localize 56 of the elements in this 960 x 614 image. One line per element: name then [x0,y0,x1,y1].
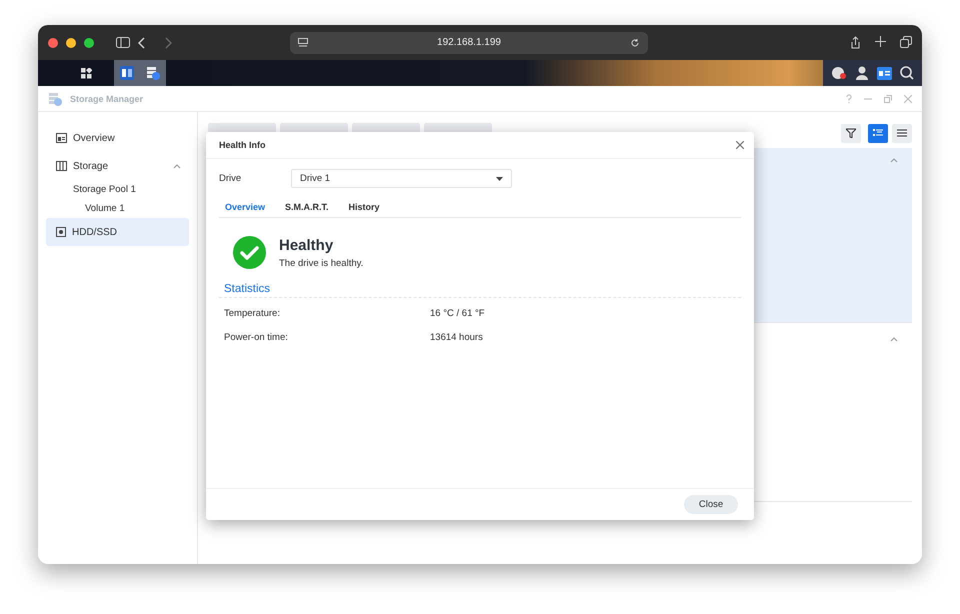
app-icon [120,66,134,80]
stat-label: Power-on time: [224,332,289,343]
window-title: Storage Manager [70,94,144,104]
reload-icon[interactable] [630,38,640,48]
storage-app-icon [48,92,62,106]
chevron-icon[interactable] [890,337,898,342]
back-icon[interactable] [138,36,146,48]
storage-app-icon [146,66,160,80]
status-message: The drive is healthy. [279,258,364,268]
sidebar-icon[interactable] [116,37,130,48]
sidebar-item[interactable]: Storage [46,152,189,180]
check-icon [233,236,266,269]
forward-icon[interactable] [164,36,172,48]
field-label: Drive [219,173,242,184]
sidebar-item[interactable]: HDD/SSD [46,218,189,246]
widget-icon[interactable] [877,66,892,80]
tabs-icon[interactable] [900,36,912,48]
tab[interactable]: History [342,196,388,217]
close-button[interactable]: Close [684,495,738,514]
disk-icon [56,227,66,237]
tab[interactable]: Overview [219,196,274,217]
stat-value: 13614 hours [430,332,483,343]
tab[interactable]: S.M.A.R.T. [279,196,337,217]
overview-icon [56,133,67,143]
taskbar-app[interactable] [114,60,140,86]
taskbar-app[interactable] [140,60,166,86]
address-bar[interactable]: 192.168.1.199 [290,32,648,54]
chevron-icon[interactable] [173,164,181,168]
filter-icon [846,128,856,138]
section-title: Statistics [219,283,741,298]
address-text: 192.168.1.199 [437,37,501,48]
minimize-window-button[interactable] [66,38,76,48]
share-icon[interactable] [850,36,861,49]
user-icon[interactable] [855,66,869,80]
plus-icon[interactable] [875,36,886,47]
list-icon [897,129,907,137]
view-button[interactable] [892,124,912,142]
search-icon[interactable] [900,66,914,80]
status-title: Healthy [279,236,334,254]
chat-icon[interactable] [831,66,847,80]
sidebar-item[interactable]: Storage Pool 1 [46,180,189,199]
close-window-button[interactable] [48,38,58,48]
sidebar-item[interactable]: Volume 1 [46,199,189,218]
drive-select[interactable]: Drive 1 [291,169,512,188]
sidebar-item[interactable]: Overview [46,124,189,152]
stat-label: Temperature: [224,308,281,319]
storage-icon [56,161,67,171]
close-icon[interactable] [736,141,744,149]
detail-list-icon [873,129,883,137]
grid-icon [80,68,92,78]
page-icon [298,38,308,47]
stat-value: 16 °C / 61 °F [430,308,485,319]
dialog-title: Health Info [219,140,266,150]
filter-button[interactable] [841,124,861,142]
zoom-window-button[interactable] [84,38,94,48]
caret-icon [496,176,503,180]
